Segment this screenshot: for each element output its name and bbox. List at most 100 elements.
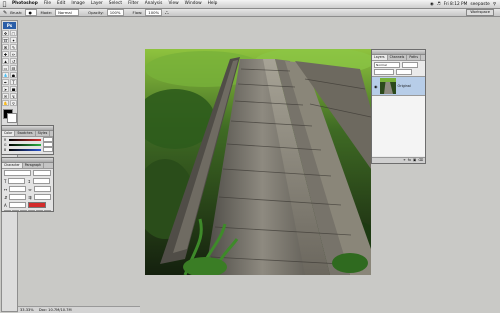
opacity-field[interactable]: 100% — [106, 9, 124, 16]
menu-window[interactable]: Window — [182, 0, 205, 8]
kerning-field[interactable] — [9, 186, 27, 192]
underline-button[interactable]: T — [44, 210, 51, 211]
layer-style-icon[interactable]: fx — [408, 158, 411, 163]
character-panel: Character Paragraph T ↕ ↔ ⇔ ⇵ ⇶ A — [1, 157, 54, 212]
menu-image[interactable]: Image — [68, 0, 87, 8]
tab-layers[interactable]: Layers — [372, 55, 388, 60]
mode-select[interactable]: Normal — [55, 9, 80, 16]
layer-row-original[interactable]: ◉ Original — [372, 76, 425, 96]
tracking-icon: ⇔ — [28, 186, 32, 192]
gradient-tool-icon[interactable]: ▧ — [10, 65, 17, 71]
menu-help[interactable]: Help — [205, 0, 221, 8]
mode-label: Mode: — [40, 10, 53, 15]
superscript-button[interactable]: T — [36, 210, 43, 211]
blur-tool-icon[interactable]: 💧 — [2, 72, 9, 78]
menu-filter[interactable]: Filter — [125, 0, 142, 8]
notes-tool-icon[interactable]: ✉ — [2, 93, 9, 99]
menu-edit[interactable]: Edit — [54, 0, 68, 8]
type-tool-icon[interactable]: T — [10, 79, 17, 85]
volume-icon[interactable]: ♬ — [437, 2, 441, 7]
hand-tool-icon[interactable]: ✋ — [2, 100, 9, 106]
tab-paragraph[interactable]: Paragraph — [23, 163, 45, 168]
lasso-tool-icon[interactable]: ➰ — [2, 37, 9, 43]
bridge-photo — [145, 49, 371, 275]
eraser-tool-icon[interactable]: ▭ — [2, 65, 9, 71]
faux-bold-button[interactable]: T — [4, 210, 11, 211]
flow-label: Flow: — [132, 10, 143, 15]
tracking-field[interactable] — [33, 186, 51, 192]
menu-layer[interactable]: Layer — [88, 0, 106, 8]
new-layer-icon[interactable]: ▣ — [413, 158, 416, 163]
status-bar: 33.33% Doc: 10.7M/10.7M — [18, 306, 140, 313]
pen-tool-icon[interactable]: ✒ — [2, 79, 9, 85]
delete-layer-icon[interactable]: ⌫ — [418, 158, 423, 163]
tab-styles[interactable]: Styles — [36, 131, 51, 136]
tab-swatches[interactable]: Swatches — [15, 131, 36, 136]
marquee-tool-icon[interactable]: ▢ — [10, 30, 17, 36]
layer-opacity-field[interactable] — [402, 62, 418, 68]
tab-paths[interactable]: Paths — [407, 55, 421, 60]
all-caps-button[interactable]: T — [20, 210, 27, 211]
brush-tool-icon[interactable]: ✎ — [3, 10, 7, 16]
layer-fill-field[interactable] — [396, 69, 412, 75]
history-brush-tool-icon[interactable]: ↺ — [10, 58, 17, 64]
document-info[interactable]: Doc: 10.7M/10.7M — [39, 308, 72, 312]
opacity-label: Opacity: — [88, 10, 104, 15]
menu-analysis[interactable]: Analysis — [142, 0, 166, 8]
link-layers-icon[interactable]: ⚭ — [403, 158, 406, 163]
flow-field[interactable]: 100% — [145, 9, 163, 16]
brush-tool-icon[interactable]: ✏ — [10, 51, 17, 57]
tool-grid: ✥ ▢ ➰ ✦ ⌘ ✎ ✚ ✏ ▲ ↺ ▭ ▧ 💧 ● ✒ T ➤ ■ ✉ ↯ … — [2, 30, 17, 106]
color-swatches — [2, 109, 17, 123]
menu-select[interactable]: Select — [106, 0, 125, 8]
workspace-button[interactable]: Workspace — [466, 9, 494, 16]
menu-app-name[interactable]: Photoshop — [9, 0, 41, 8]
tab-character[interactable]: Character — [2, 163, 23, 168]
apple-menu-icon[interactable]:  — [0, 1, 9, 8]
eyedropper-tool-icon[interactable]: ↯ — [10, 93, 17, 99]
vertical-scale-field[interactable] — [9, 194, 27, 200]
document-canvas[interactable] — [145, 49, 371, 275]
layer-name[interactable]: Original — [398, 84, 411, 88]
font-style-field[interactable] — [32, 170, 51, 176]
zoom-tool-icon[interactable]: ⚲ — [10, 100, 17, 106]
wifi-icon[interactable]: ◉ — [430, 2, 434, 7]
blue-channel-value[interactable] — [43, 147, 53, 152]
healing-brush-tool-icon[interactable]: ✚ — [2, 51, 9, 57]
menubar-user[interactable]: seepaste — [470, 2, 489, 7]
font-size-field[interactable] — [8, 178, 26, 184]
crop-tool-icon[interactable]: ⌘ — [2, 44, 9, 50]
horizontal-scale-field[interactable] — [33, 194, 51, 200]
blend-mode-select[interactable]: Normal — [374, 62, 400, 68]
ps-logo[interactable]: Ps — [3, 22, 16, 29]
shape-tool-icon[interactable]: ■ — [10, 86, 17, 92]
red-channel-slider[interactable] — [9, 138, 41, 141]
faux-italic-button[interactable]: T — [12, 210, 19, 211]
green-channel-slider[interactable] — [9, 143, 41, 146]
font-family-field[interactable] — [4, 170, 31, 176]
layer-visibility-eye-icon[interactable]: ◉ — [374, 84, 378, 89]
text-color-swatch[interactable] — [27, 202, 46, 208]
tab-color[interactable]: Color — [2, 131, 16, 136]
brush-picker[interactable]: ● — [25, 9, 38, 16]
small-caps-button[interactable]: T — [28, 210, 35, 211]
spotlight-icon[interactable]: ⚲ — [493, 2, 496, 7]
dodge-tool-icon[interactable]: ● — [10, 72, 17, 78]
leading-field[interactable] — [32, 178, 50, 184]
menu-file[interactable]: File — [41, 0, 54, 8]
clone-stamp-tool-icon[interactable]: ▲ — [2, 58, 9, 64]
menu-view[interactable]: View — [165, 0, 181, 8]
character-fields: T ↕ ↔ ⇔ ⇵ ⇶ A T T T T T T — [2, 169, 53, 211]
tab-channels[interactable]: Channels — [388, 55, 408, 60]
move-tool-icon[interactable]: ✥ — [2, 30, 9, 36]
slice-tool-icon[interactable]: ✎ — [10, 44, 17, 50]
zoom-level[interactable]: 33.33% — [20, 308, 34, 312]
lock-options[interactable] — [374, 69, 394, 75]
background-color-swatch[interactable] — [6, 113, 17, 123]
blue-channel-slider[interactable] — [9, 148, 41, 151]
magic-wand-tool-icon[interactable]: ✦ — [10, 37, 17, 43]
airbrush-icon[interactable]: ⛬ — [165, 10, 169, 16]
menubar-clock[interactable]: Fri 8:12 PM — [444, 2, 468, 7]
baseline-shift-field[interactable] — [8, 202, 26, 208]
path-selection-tool-icon[interactable]: ➤ — [2, 86, 9, 92]
